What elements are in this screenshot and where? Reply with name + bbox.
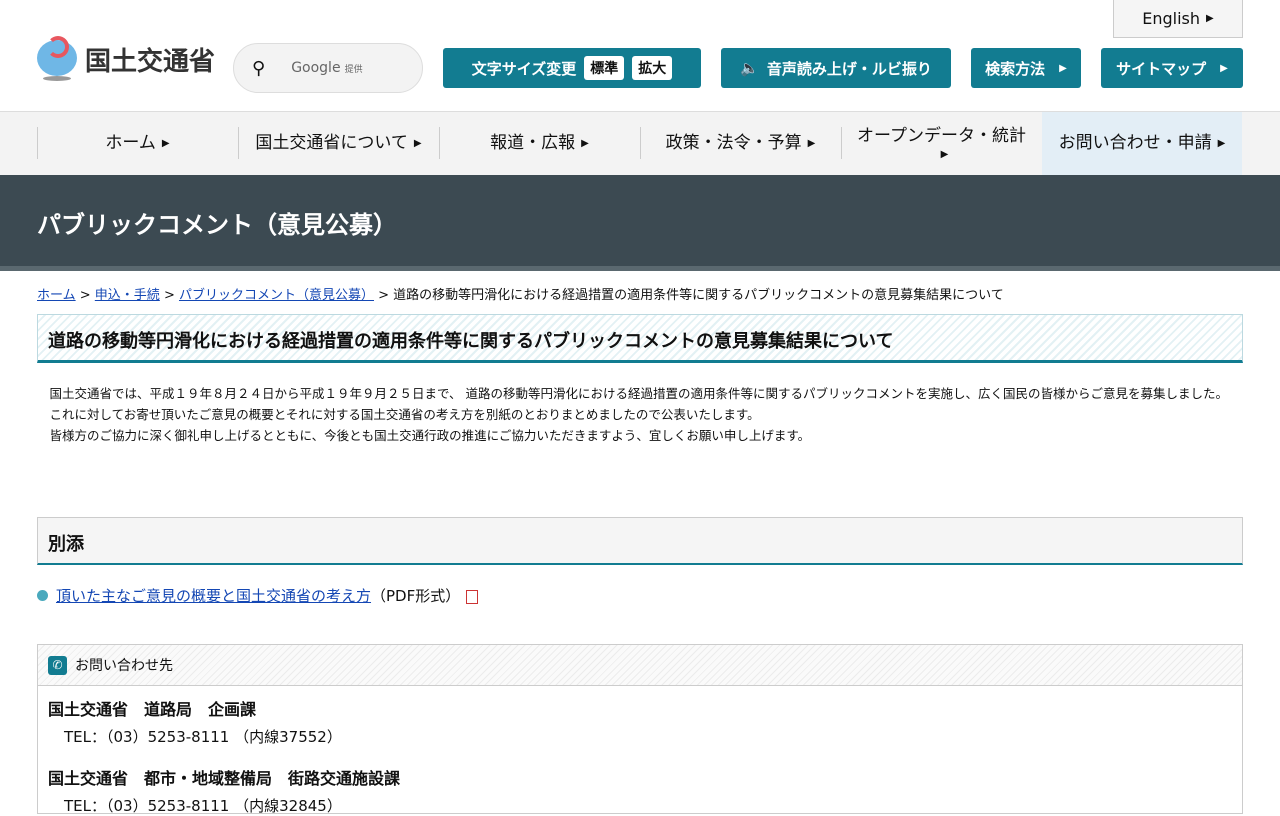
contact-heading: お問い合わせ先	[75, 658, 173, 674]
breadcrumb: ホーム > 申込・手続 > パブリックコメント（意見公募） > 道路の移動等円滑…	[37, 288, 1004, 303]
speaker-icon: 🔈	[740, 59, 759, 77]
banner-title: パブリックコメント（意見公募）	[37, 211, 397, 239]
contact-tel: TEL：（03）5253-8111 （内線32845）	[64, 797, 342, 815]
breadcrumb-current: 道路の移動等円滑化における経過措置の適用条件等に関するパブリックコメントの意見募…	[393, 288, 1004, 303]
english-label: English	[1142, 9, 1201, 28]
breadcrumb-apply[interactable]: 申込・手続	[95, 288, 160, 303]
contact-org: 国土交通省 都市・地域整備局 街路交通施設課	[48, 769, 401, 788]
english-link[interactable]: English ▶	[1113, 0, 1243, 38]
nav-home[interactable]: ホーム ▶	[37, 112, 238, 175]
contact-org: 国土交通省 道路局 企画課	[48, 700, 257, 719]
speech-label: 音声読み上げ・ルビ振り	[766, 59, 932, 78]
attachment-item: 頂いた主なご意見の概要と国土交通省の考え方（PDF形式）	[37, 585, 479, 606]
nav-press[interactable]: 報道・広報 ▶	[439, 112, 640, 175]
nav-label: 報道・広報	[490, 132, 576, 153]
attachment-link[interactable]: 頂いた主なご意見の概要と国土交通省の考え方	[56, 587, 371, 605]
nav-label: お問い合わせ・申請	[1058, 132, 1212, 153]
logo-mark-icon	[37, 36, 77, 82]
nav-label: 政策・法令・予算	[665, 132, 802, 153]
contact-box: ✆ お問い合わせ先 国土交通省 道路局 企画課 TEL：（03）5253-8111…	[37, 644, 1243, 815]
breadcrumb-pubcom[interactable]: パブリックコメント（意見公募）	[179, 288, 374, 303]
global-nav: ホーム ▶ 国土交通省について ▶ 報道・広報 ▶ 政策・法令・予算 ▶ オープンデータ…	[0, 111, 1280, 175]
phone-icon: ✆	[48, 655, 67, 675]
paragraph: これに対してお寄せ頂いたご意見の概要とそれに対する国土交通省の考え方を別紙のとお…	[37, 407, 760, 422]
sitemap-label: サイトマップ	[1116, 59, 1207, 78]
search-icon: ⚲	[252, 57, 266, 79]
page-banner: パブリックコメント（意見公募）	[0, 175, 1280, 271]
google-label: Google	[291, 60, 341, 76]
nav-label: オープンデータ・統計	[857, 125, 1026, 146]
nav-label: 国土交通省について	[255, 132, 408, 153]
bullet-icon	[37, 590, 48, 601]
search-method-button[interactable]: 検索方法 ▶	[971, 48, 1081, 88]
sitemap-button[interactable]: サイトマップ ▶	[1101, 48, 1243, 88]
nav-opendata[interactable]: オープンデータ・統計 ▶	[841, 112, 1042, 175]
body-text: 国土交通省では、平成１９年８月２４日から平成１９年９月２５日まで、 道路の移動等…	[37, 383, 1243, 446]
provided-label: 提供	[344, 65, 363, 75]
paragraph: 皆様方のご協力に深く御礼申し上げるとともに、今後とも国土交通行政の推進にご協力い…	[37, 428, 811, 443]
search-method-label: 検索方法	[985, 59, 1046, 78]
ministry-logo[interactable]: 国土交通省	[37, 36, 215, 82]
nav-about[interactable]: 国土交通省について ▶	[238, 112, 439, 175]
font-size-label: 文字サイズ変更	[471, 59, 577, 78]
pdf-icon	[466, 589, 479, 604]
nav-policy[interactable]: 政策・法令・予算 ▶	[640, 112, 841, 175]
speech-button[interactable]: 🔈 音声読み上げ・ルビ振り	[721, 48, 951, 88]
font-size-control: 文字サイズ変更 標準 拡大	[443, 48, 701, 88]
nav-label: ホーム	[105, 132, 156, 153]
page-title: 道路の移動等円滑化における経過措置の適用条件等に関するパブリックコメントの意見募…	[37, 314, 1243, 363]
attachment-format: （PDF形式）	[371, 587, 461, 605]
font-standard-button[interactable]: 標準	[584, 56, 625, 80]
logo-text: 国土交通省	[85, 46, 216, 77]
attachments-heading: 別添	[37, 517, 1243, 565]
breadcrumb-home[interactable]: ホーム	[37, 288, 76, 303]
contact-tel: TEL：（03）5253-8111 （内線37552）	[64, 728, 342, 746]
font-large-button[interactable]: 拡大	[632, 56, 673, 80]
nav-contact[interactable]: お問い合わせ・申請 ▶	[1042, 112, 1242, 175]
paragraph: 国土交通省では、平成１９年８月２４日から平成１９年９月２５日まで、 道路の移動等…	[37, 386, 1228, 401]
search-input[interactable]: ⚲ Google 提供	[233, 43, 423, 93]
